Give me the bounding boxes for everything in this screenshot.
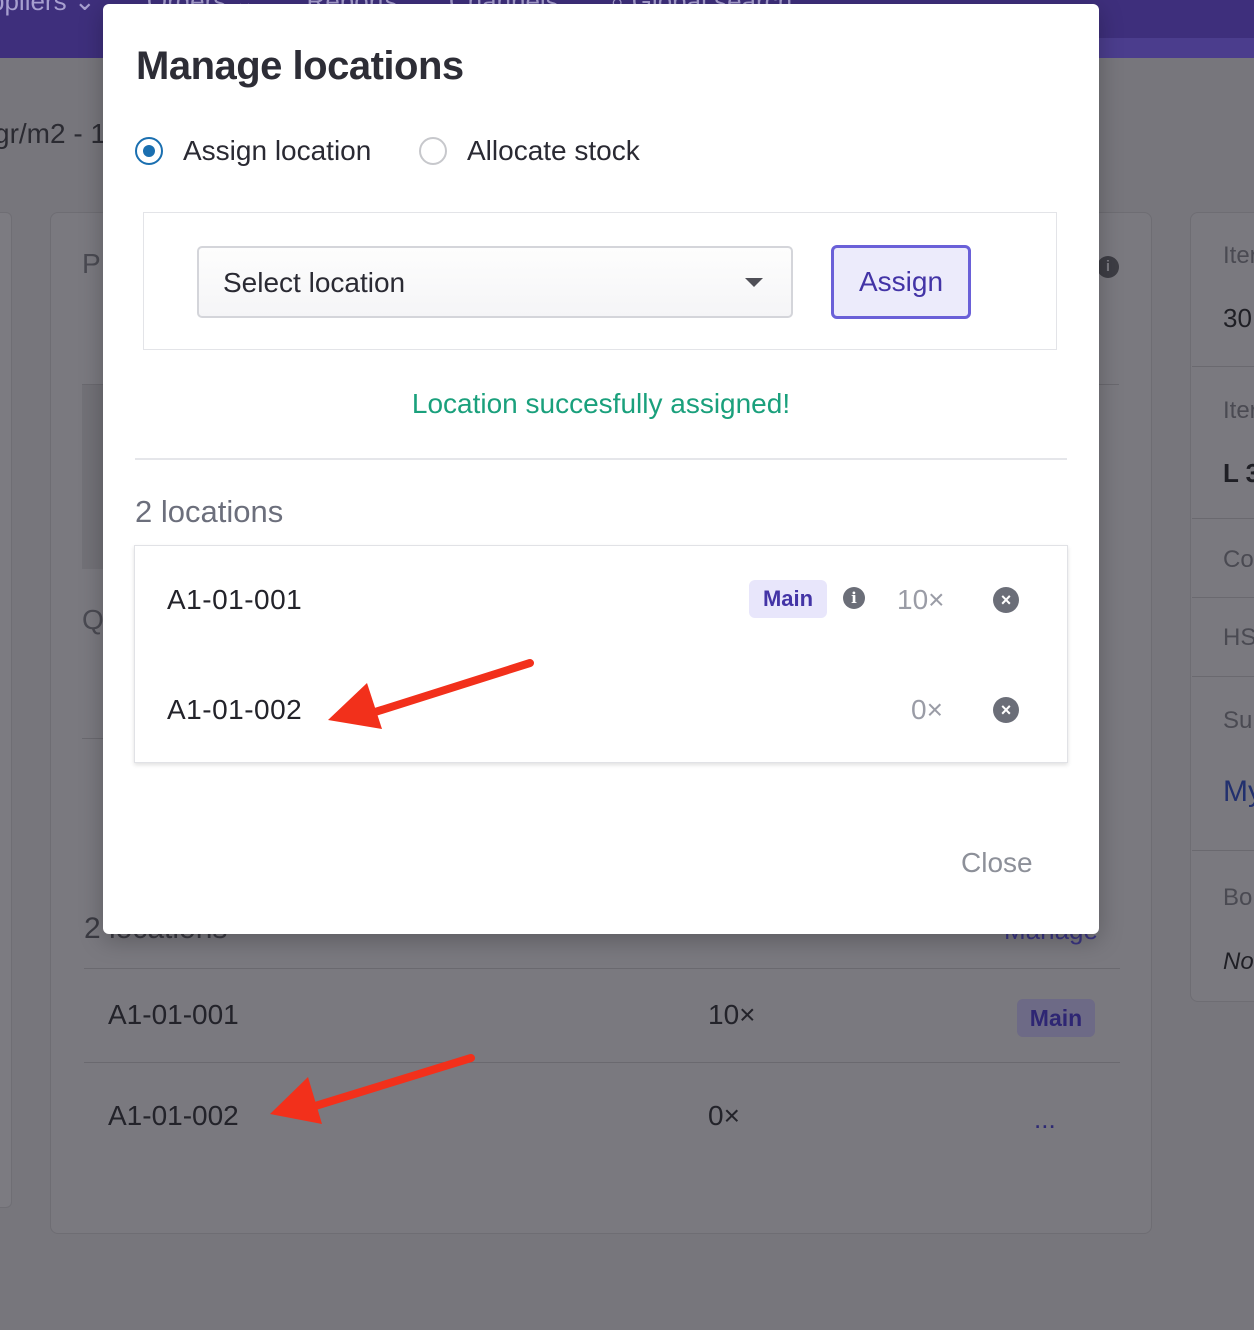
annotation-arrow-modal — [328, 659, 534, 729]
